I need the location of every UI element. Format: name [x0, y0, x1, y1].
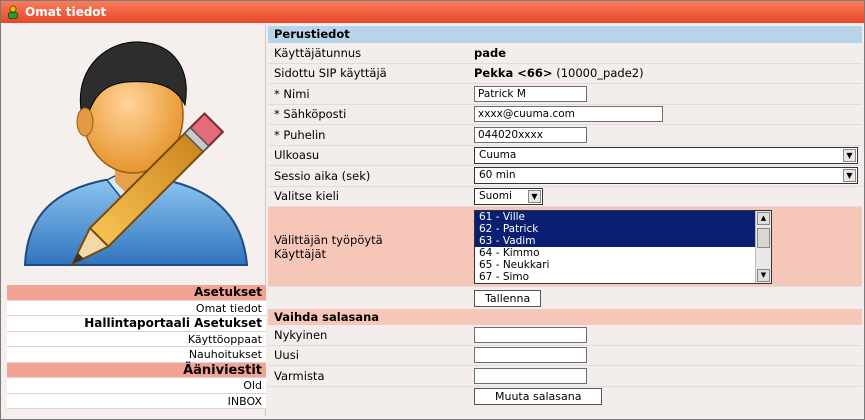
menu-item-old[interactable]: Old	[7, 378, 266, 394]
menu-item-inbox[interactable]: INBOX	[7, 393, 266, 409]
row-phone: * Puhelin	[268, 125, 862, 146]
menu-item-nauhoitukset[interactable]: Nauhoitukset	[7, 347, 266, 363]
row-theme: Ulkoasu Cuuma ▼	[268, 146, 862, 166]
menu-item-omat-tiedot[interactable]: Omat tiedot	[7, 300, 266, 316]
sip-value: Pekka <66> (10000_pade2)	[474, 66, 862, 80]
confirm-password-input[interactable]	[474, 367, 587, 384]
menu-section-aaniviestit: Ääniviestit	[7, 362, 266, 378]
row-new-password: Uusi	[268, 346, 862, 366]
basic-info-header: Perustiedot	[268, 26, 862, 43]
list-item[interactable]: 61 - Ville	[475, 210, 771, 223]
sip-value-extra: (10000_pade2)	[556, 66, 644, 81]
name-input[interactable]	[474, 85, 587, 102]
chevron-down-icon[interactable]: ▼	[843, 148, 856, 162]
username-value: pade	[474, 45, 507, 60]
session-select[interactable]: 60 min ▼	[474, 167, 858, 185]
scroll-up-icon[interactable]: ▲	[757, 211, 770, 225]
menu-section-asetukset: Asetukset	[7, 285, 266, 301]
sip-value-main: Pekka <66>	[474, 66, 553, 81]
current-password-label: Nykyinen	[274, 327, 328, 342]
desktop-users-listbox[interactable]: 61 - Ville 62 - Patrick 63 - Vadim 64 - …	[474, 209, 772, 284]
phone-label: * Puhelin	[274, 127, 326, 142]
language-select-value: Suomi	[479, 189, 512, 202]
chevron-down-icon[interactable]: ▼	[528, 189, 541, 203]
phone-input[interactable]	[474, 126, 587, 143]
settings-menu: Asetukset Omat tiedot Hallintaportaali A…	[7, 285, 266, 409]
desktop-label-line2: Käyttäjät	[274, 246, 327, 261]
new-password-input[interactable]	[474, 347, 587, 364]
row-email: * Sähköposti	[268, 105, 862, 125]
list-item[interactable]: 62 - Patrick	[475, 222, 771, 235]
row-change-password: Muuta salasana	[268, 387, 862, 408]
row-language: Valitse kieli Suomi ▼	[268, 187, 862, 207]
current-password-input[interactable]	[474, 326, 587, 343]
main-window: Omat tiedot Asetukset Omat tiedot Hallin…	[0, 0, 865, 420]
theme-select-value: Cuuma	[479, 148, 517, 161]
row-sip-user: Sidottu SIP käyttäjä Pekka <66> (10000_p…	[268, 64, 862, 84]
confirm-password-label: Varmista	[274, 368, 325, 383]
username-label: Käyttäjätunnus	[274, 45, 362, 60]
name-label: * Nimi	[274, 86, 310, 101]
desktop-label-line1: Välittäjän työpöytä	[274, 232, 383, 247]
session-label: Sessio aika (sek)	[274, 168, 371, 183]
menu-item-kayttooppaat[interactable]: Käyttöoppaat	[7, 331, 266, 347]
email-input[interactable]	[474, 106, 663, 123]
list-item[interactable]: 64 - Kimmo	[475, 247, 771, 259]
email-label: * Sähköposti	[274, 107, 347, 122]
change-password-button[interactable]: Muuta salasana	[474, 388, 603, 406]
user-edit-icon	[15, 30, 257, 286]
window-title: Omat tiedot	[25, 5, 107, 19]
listbox-scrollbar[interactable]: ▲ ▼	[755, 210, 771, 283]
language-label: Valitse kieli	[274, 189, 339, 204]
theme-select[interactable]: Cuuma ▼	[474, 146, 858, 164]
row-username: Käyttäjätunnus pade	[268, 43, 862, 64]
left-panel: Asetukset Omat tiedot Hallintaportaali A…	[7, 26, 266, 416]
row-name: * Nimi	[268, 84, 862, 105]
session-select-value: 60 min	[479, 169, 516, 182]
sip-label: Sidottu SIP käyttäjä	[274, 66, 387, 81]
language-select[interactable]: Suomi ▼	[474, 187, 543, 205]
list-item[interactable]: 63 - Vadim	[475, 234, 771, 247]
row-current-password: Nykyinen	[268, 325, 862, 346]
change-password-header: Vaihda salasana	[268, 309, 862, 325]
list-item[interactable]: 67 - Simo	[475, 271, 771, 283]
chevron-down-icon[interactable]: ▼	[843, 169, 856, 183]
desktop-users-label: Välittäjän työpöytä Käyttäjät	[274, 233, 474, 261]
list-item[interactable]: 65 - Neukkari	[475, 259, 771, 271]
new-password-label: Uusi	[274, 348, 299, 363]
scroll-down-icon[interactable]: ▼	[757, 268, 770, 282]
title-bar: Omat tiedot	[1, 1, 864, 23]
row-save: Tallenna	[268, 287, 862, 309]
menu-section-hallintaportaali[interactable]: Hallintaportaali Asetukset	[7, 316, 266, 332]
user-icon	[7, 5, 19, 19]
row-session: Sessio aika (sek) 60 min ▼	[268, 166, 862, 187]
theme-label: Ulkoasu	[274, 148, 320, 163]
scroll-thumb[interactable]	[757, 227, 770, 248]
row-desktop-users: Välittäjän työpöytä Käyttäjät 61 - Ville…	[268, 207, 862, 287]
row-confirm-password: Varmista	[268, 366, 862, 387]
form-panel: Perustiedot Käyttäjätunnus pade Sidottu …	[268, 26, 862, 419]
save-button[interactable]: Tallenna	[474, 289, 542, 307]
